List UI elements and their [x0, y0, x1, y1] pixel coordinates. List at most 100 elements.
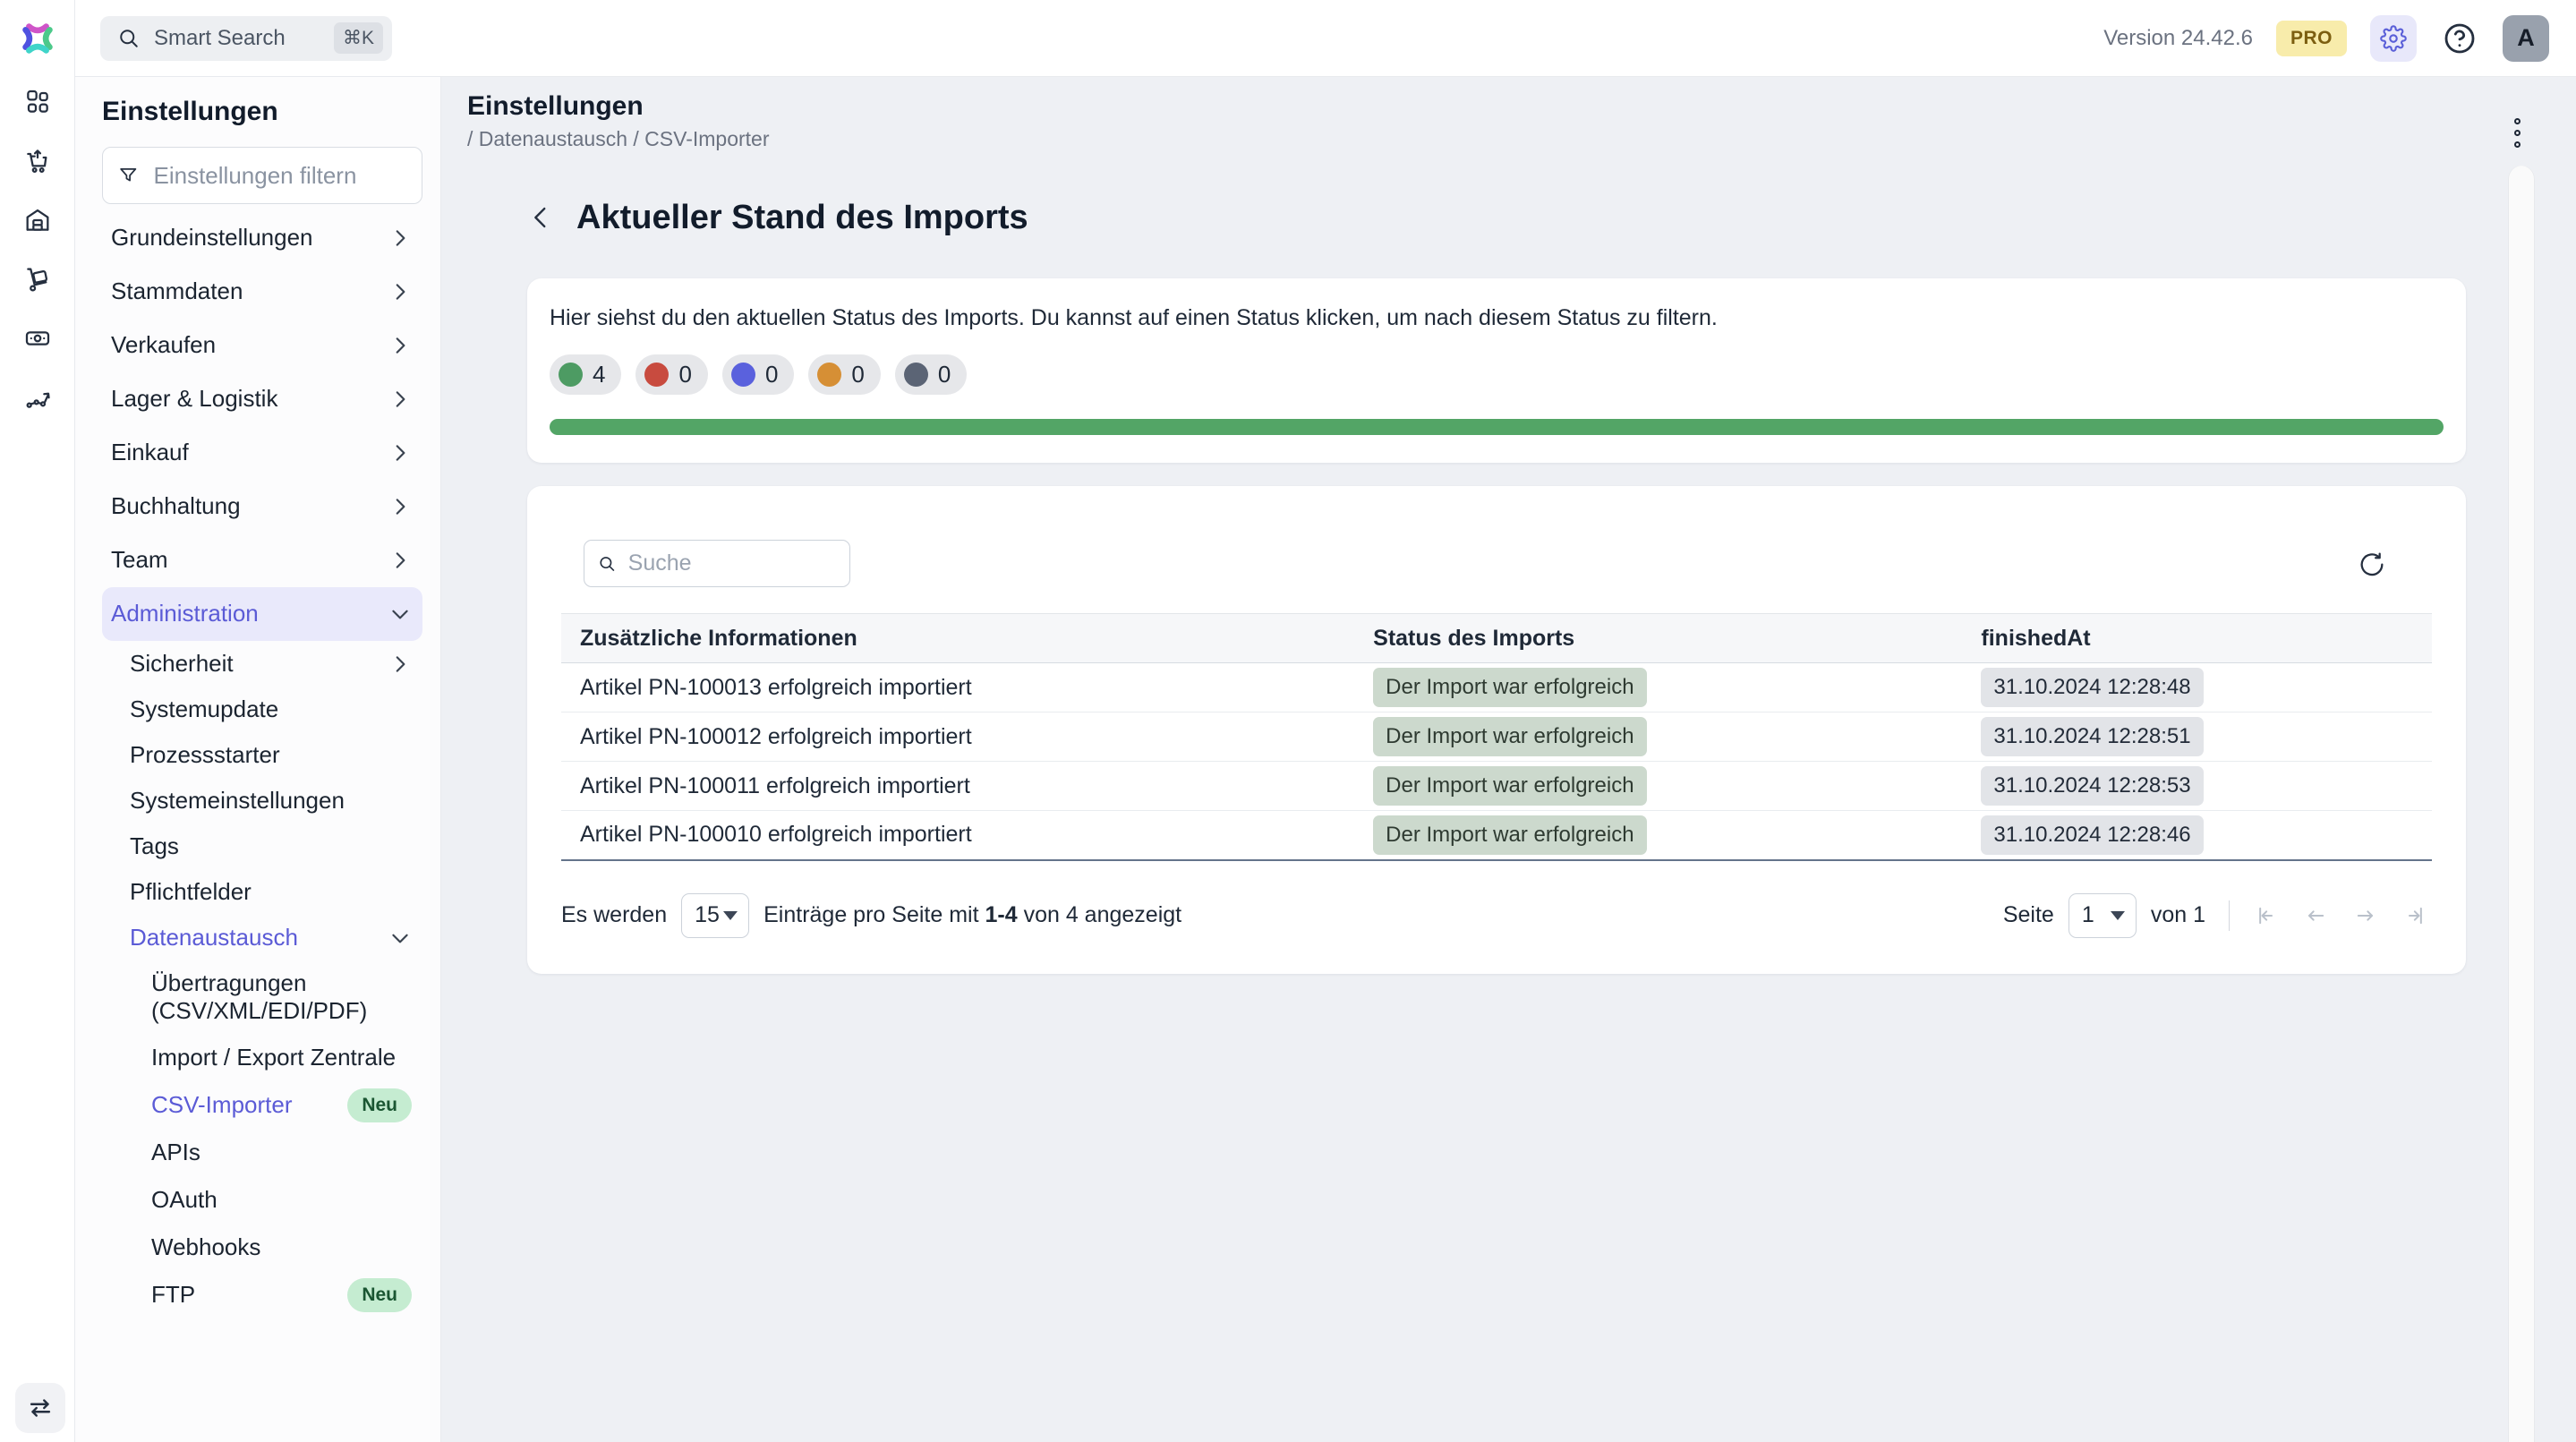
last-page-button[interactable] — [2400, 900, 2432, 932]
chevron-right-icon — [388, 280, 412, 303]
section-title: Aktueller Stand des Imports — [576, 199, 1028, 237]
page-of-label: von 1 — [2151, 902, 2205, 928]
avatar[interactable]: A — [2503, 15, 2549, 62]
pagination-mid: Einträge pro Seite mit 1-4 von 4 angezei… — [763, 902, 1181, 928]
chevron-right-icon — [388, 653, 412, 676]
sidebar-item-verkaufen[interactable]: Verkaufen — [102, 319, 422, 372]
chevron-right-icon — [388, 388, 412, 411]
sidebar-item-team[interactable]: Team — [102, 533, 422, 587]
handtruck-icon[interactable] — [18, 260, 57, 299]
neu-badge: Neu — [347, 1278, 412, 1312]
back-button[interactable] — [521, 198, 560, 237]
sidebar-item-grundeinstellungen[interactable]: Grundeinstellungen — [102, 211, 422, 265]
filter-funnel-icon — [117, 163, 140, 188]
status-chip-orange[interactable]: 0 — [808, 354, 880, 395]
banknote-icon[interactable] — [18, 319, 57, 358]
shortcut-badge: ⌘K — [334, 22, 383, 54]
page-number-select[interactable]: 1 — [2068, 893, 2137, 938]
table-row: Artikel PN-100010 erfolgreich importiert… — [561, 811, 2432, 860]
sidebar-item-apis[interactable]: APIs — [102, 1129, 422, 1176]
sidebar-item-stammdaten[interactable]: Stammdaten — [102, 265, 422, 319]
sidebar-item-datenaustausch[interactable]: Datenaustausch — [102, 915, 422, 960]
gear-icon — [2380, 25, 2407, 52]
prev-page-button[interactable] — [2299, 900, 2332, 932]
caret-down-icon — [2111, 911, 2125, 920]
import-progress-bar — [550, 419, 2444, 435]
chevron-right-icon — [388, 441, 412, 465]
sidebar-item-ftp[interactable]: FTPNeu — [102, 1271, 422, 1318]
import-table-card: Zusätzliche Informationen Status des Imp… — [527, 486, 2466, 974]
cart-up-icon[interactable] — [18, 141, 57, 181]
sidebar-item-import-export-zentrale[interactable]: Import / Export Zentrale — [102, 1034, 422, 1081]
next-page-button[interactable] — [2350, 900, 2382, 932]
import-status-card: Hier siehst du den aktuellen Status des … — [527, 278, 2466, 463]
pagination-bar: Es werden 15 Einträge pro Seite mit 1-4 … — [561, 893, 2432, 938]
sidebar-filter[interactable] — [102, 147, 422, 204]
sidebar-item-sicherheit[interactable]: Sicherheit — [102, 641, 422, 687]
finished-at-badge: 31.10.2024 12:28:46 — [1981, 815, 2203, 855]
smart-search-label: Smart Search — [154, 26, 334, 51]
scrollbar-track[interactable] — [2508, 166, 2535, 1442]
sidebar-item-einkauf[interactable]: Einkauf — [102, 426, 422, 480]
status-chip-red[interactable]: 0 — [635, 354, 707, 395]
green-dot — [559, 363, 583, 387]
table-row: Artikel PN-100012 erfolgreich importiert… — [561, 712, 2432, 762]
col-header-finishedat: finishedAt — [1962, 614, 2432, 663]
gray-dot — [904, 363, 928, 387]
page-title: Einstellungen — [467, 91, 2576, 122]
kebab-menu-icon[interactable] — [2499, 113, 2535, 152]
finished-at-badge: 31.10.2024 12:28:48 — [1981, 668, 2203, 707]
red-dot — [644, 363, 669, 387]
status-badge: Der Import war erfolgreich — [1373, 717, 1646, 756]
icon-rail — [0, 0, 75, 1442]
neu-badge: Neu — [347, 1088, 412, 1122]
version-text: Version 24.42.6 — [2103, 26, 2253, 51]
settings-gear-button[interactable] — [2370, 15, 2417, 62]
chevron-right-icon — [388, 549, 412, 572]
divider — [2229, 900, 2230, 931]
first-page-button[interactable] — [2249, 900, 2282, 932]
sidebar-item-uebertragungen[interactable]: Übertragungen (CSV/XML/EDI/PDF) — [102, 960, 422, 1034]
page-label: Seite — [2003, 902, 2054, 928]
table-row: Artikel PN-100011 erfolgreich importiert… — [561, 762, 2432, 811]
sidebar-item-oauth[interactable]: OAuth — [102, 1176, 422, 1224]
apps-icon[interactable] — [18, 82, 57, 122]
col-header-status: Status des Imports — [1354, 614, 1962, 663]
chevron-down-icon — [388, 926, 412, 950]
sidebar-item-lager-logistik[interactable]: Lager & Logistik — [102, 372, 422, 426]
chevron-down-icon — [388, 602, 412, 626]
warehouse-icon[interactable] — [18, 201, 57, 240]
sidebar-item-administration[interactable]: Administration — [102, 587, 422, 641]
status-chip-gray[interactable]: 0 — [895, 354, 967, 395]
refresh-icon[interactable] — [2352, 544, 2392, 584]
finished-at-badge: 31.10.2024 12:28:51 — [1981, 717, 2203, 756]
sidebar-filter-input[interactable] — [154, 162, 408, 190]
table-search[interactable] — [584, 540, 850, 587]
chart-trend-icon[interactable] — [18, 378, 57, 417]
pro-badge: PRO — [2276, 21, 2347, 56]
chevron-right-icon — [388, 226, 412, 250]
sidebar-title: Einstellungen — [102, 97, 422, 127]
sidebar-item-systemeinstellungen[interactable]: Systemeinstellungen — [102, 778, 422, 823]
status-chip-blue[interactable]: 0 — [722, 354, 794, 395]
sidebar-item-pflichtfelder[interactable]: Pflichtfelder — [102, 869, 422, 915]
sidebar-item-systemupdate[interactable]: Systemupdate — [102, 687, 422, 732]
table-search-input[interactable] — [628, 550, 837, 576]
sidebar-item-buchhaltung[interactable]: Buchhaltung — [102, 480, 422, 533]
search-icon — [116, 26, 141, 51]
page-size-select[interactable]: 15 — [681, 893, 749, 938]
main-content: Einstellungen / Datenaustausch / CSV-Imp… — [442, 77, 2576, 1442]
help-button[interactable] — [2440, 19, 2479, 58]
pagination-prefix: Es werden — [561, 902, 667, 928]
sidebar-item-prozessstarter[interactable]: Prozessstarter — [102, 732, 422, 778]
sidebar-item-csv-importer[interactable]: CSV-ImporterNeu — [102, 1081, 422, 1129]
smart-search[interactable]: Smart Search ⌘K — [100, 16, 392, 61]
table-row: Artikel PN-100013 erfolgreich importiert… — [561, 663, 2432, 712]
col-header-info: Zusätzliche Informationen — [561, 614, 1354, 663]
status-chip-green[interactable]: 4 — [550, 354, 621, 395]
sidebar-item-webhooks[interactable]: Webhooks — [102, 1224, 422, 1271]
progress-fill — [550, 419, 2444, 435]
sidebar-item-tags[interactable]: Tags — [102, 823, 422, 869]
xentral-logo[interactable] — [17, 18, 58, 59]
swap-arrows-icon[interactable] — [15, 1383, 65, 1433]
